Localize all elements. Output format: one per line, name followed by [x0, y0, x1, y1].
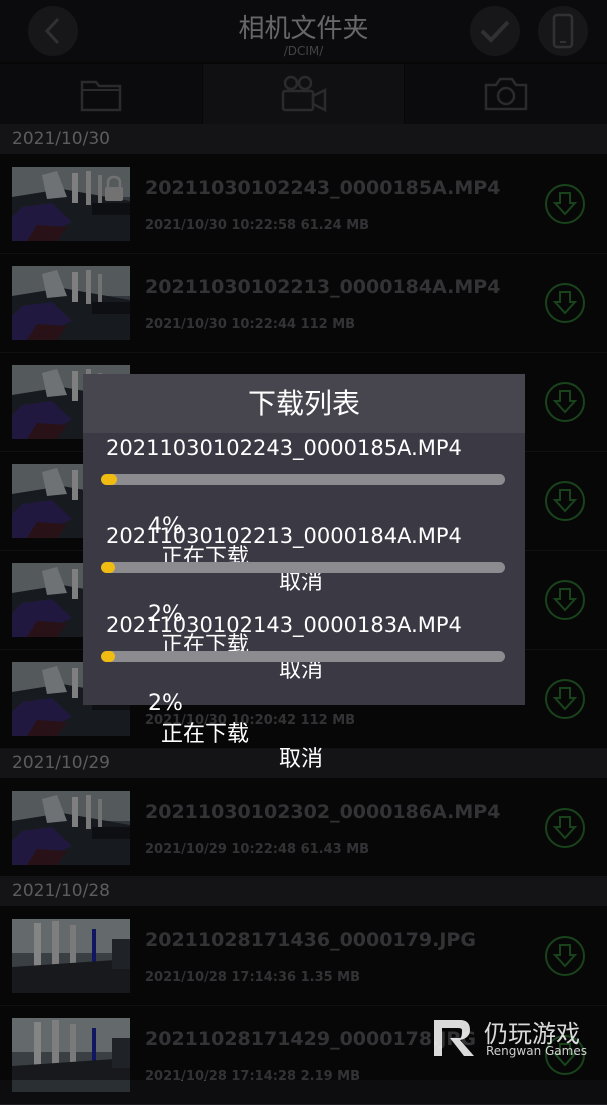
download-item: 20211030102243_0000185A.MP4 4% 正在下载 取消: [83, 434, 525, 595]
download-item: 20211030102143_0000183A.MP4 2% 正在下载 取消: [83, 611, 525, 772]
cancel-button[interactable]: 取消: [279, 741, 323, 773]
progress-fill: [101, 474, 117, 485]
progress-bar: [101, 562, 505, 573]
download-file-name: 20211030102243_0000185A.MP4: [106, 436, 462, 460]
progress-bar: [101, 651, 505, 662]
watermark: 仍玩游戏 Rengwan Games: [430, 1014, 600, 1064]
rengwan-logo-icon: [434, 1020, 474, 1056]
dialog-title: 下载列表: [83, 374, 525, 433]
download-file-name: 20211030102213_0000184A.MP4: [106, 524, 462, 548]
download-status: 正在下载: [161, 722, 250, 747]
progress-fill: [101, 562, 115, 573]
download-file-name: 20211030102143_0000183A.MP4: [106, 613, 462, 637]
download-list-dialog: 下载列表 20211030102243_0000185A.MP4 4% 正在下载…: [83, 374, 525, 772]
progress-percent: 2%: [147, 691, 183, 716]
watermark-subtitle: Rengwan Games: [486, 1044, 587, 1058]
download-item: 20211030102213_0000184A.MP4 2% 正在下载 取消: [83, 522, 525, 683]
progress-bar: [101, 474, 505, 485]
progress-fill: [101, 651, 115, 662]
